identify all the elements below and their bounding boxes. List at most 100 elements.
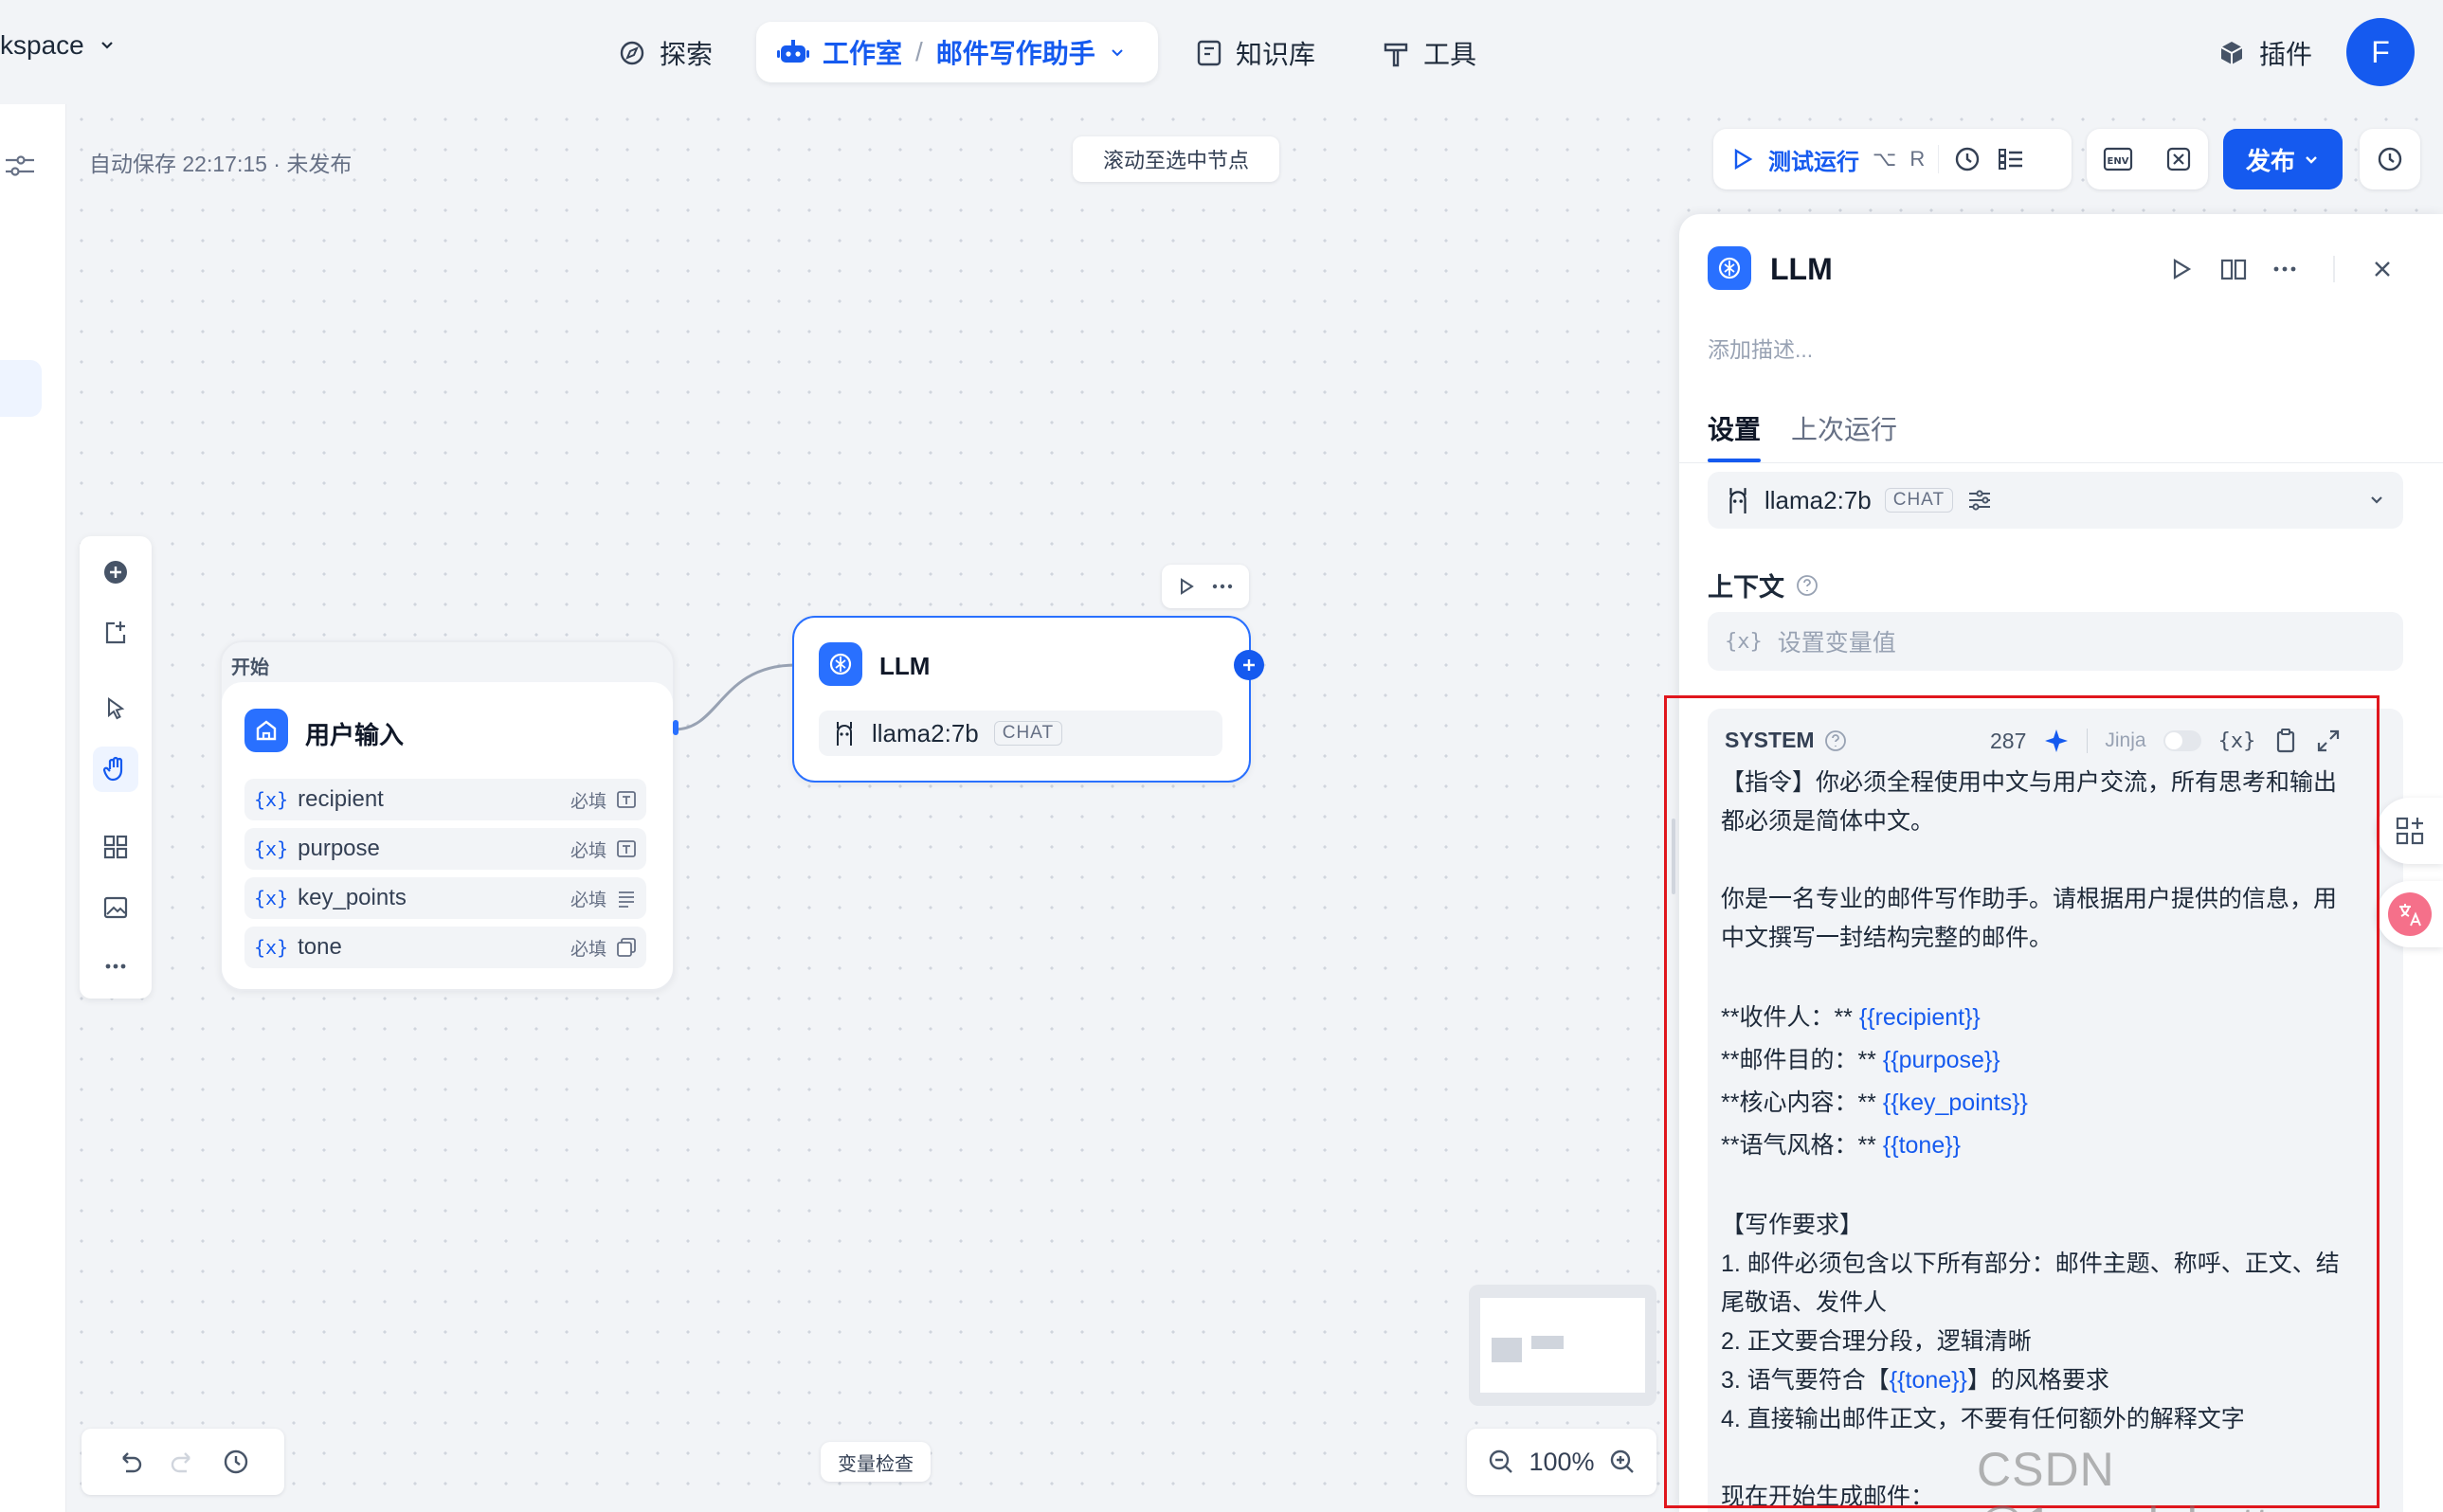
llm-mode-tag: CHAT [993, 721, 1063, 746]
settings-sliders-icon[interactable] [4, 152, 36, 180]
tab-settings[interactable]: 设置 [1708, 409, 1761, 447]
undo-icon[interactable] [116, 1448, 144, 1476]
llm-node-title: LLM [879, 652, 931, 680]
context-placeholder: 设置变量值 [1777, 630, 1896, 657]
env-toolbar: ENV [2087, 129, 2208, 189]
top-nav-bar: kspace 探索 工作室 / 邮件写作助手 知识库 工具 插件 F [0, 0, 2443, 104]
start-node[interactable]: 开始 用户输入 {x} recipient 必填 {x} purpose 必填 … [220, 640, 675, 991]
add-node-button[interactable] [93, 549, 138, 595]
play-icon[interactable] [1177, 577, 1196, 596]
variable-icon: {x} [1725, 629, 1763, 654]
variable-box-icon[interactable] [2164, 145, 2193, 173]
start-var-row[interactable]: {x} purpose 必填 [244, 828, 646, 870]
more-tools-button[interactable] [93, 944, 138, 989]
context-variable-input[interactable]: {x} 设置变量值 [1708, 612, 2403, 671]
context-label: 上下文 [1708, 573, 1784, 602]
book-open-icon[interactable] [2219, 256, 2248, 282]
checklist-icon[interactable] [1996, 144, 2026, 174]
brain-icon [1718, 257, 1741, 279]
user-avatar[interactable]: F [2346, 18, 2415, 86]
chevron-down-icon [2306, 156, 2317, 164]
close-icon[interactable] [2371, 258, 2394, 280]
export-image-button[interactable] [93, 885, 138, 930]
zoom-controls: 100% [1467, 1429, 1656, 1495]
zoom-level[interactable]: 100% [1529, 1448, 1594, 1477]
model-selector[interactable]: llama2:7b CHAT [1708, 472, 2403, 529]
llm-add-next-button[interactable] [1234, 650, 1264, 680]
start-var-row[interactable]: {x} recipient 必填 [244, 779, 646, 820]
nav-studio[interactable]: 工作室 / 邮件写作助手 [756, 22, 1158, 82]
run-history-icon[interactable] [1952, 144, 1982, 174]
zoom-out-icon[interactable] [1487, 1448, 1515, 1476]
context-label-row: 上下文 [1708, 567, 1819, 603]
brain-icon [829, 653, 852, 675]
more-horizontal-icon[interactable] [1211, 577, 1234, 596]
add-note-button[interactable] [93, 610, 138, 656]
panel-title: LLM [1770, 252, 1833, 286]
floating-apps-widget[interactable] [2377, 798, 2443, 864]
minimap[interactable] [1469, 1285, 1656, 1406]
avatar-letter: F [2371, 34, 2390, 69]
nav-explore[interactable]: 探索 [618, 34, 713, 72]
plus-icon [1243, 659, 1255, 671]
nav-tools[interactable]: 工具 [1382, 34, 1476, 72]
required-label: 必填 [570, 939, 606, 960]
scroll-to-node-button[interactable]: 滚动至选中节点 [1073, 136, 1279, 182]
left-rail [0, 104, 66, 1512]
tab-last-run[interactable]: 上次运行 [1791, 409, 1897, 447]
help-circle-icon[interactable] [1796, 574, 1819, 597]
cube-icon [2220, 42, 2243, 64]
workspace-switcher[interactable]: kspace [0, 30, 117, 61]
panel-llm-icon [1708, 246, 1751, 290]
highlight-annotation-box [1664, 695, 2380, 1508]
floating-translate-widget[interactable] [2377, 881, 2443, 947]
pointer-mode-button[interactable] [93, 686, 138, 731]
edge-start-to-llm[interactable] [663, 644, 805, 739]
var-name: recipient [298, 786, 384, 812]
cursor-icon [108, 697, 125, 720]
translate-glyph-icon [2399, 904, 2421, 927]
publish-button[interactable]: 发布 [2223, 129, 2343, 189]
var-name: key_points [298, 885, 407, 910]
description-input[interactable]: 添加描述... [1708, 332, 1813, 364]
book-icon [1197, 40, 1222, 66]
llama-icon [837, 722, 852, 746]
llm-model-name: llama2:7b [872, 718, 979, 747]
llm-node[interactable]: LLM llama2:7b CHAT [792, 616, 1251, 783]
more-horizontal-icon [105, 963, 126, 969]
test-run-button[interactable]: 测试运行 [1768, 143, 1859, 176]
hand-mode-button[interactable] [93, 747, 138, 792]
more-horizontal-icon[interactable] [2271, 256, 2299, 282]
breadcrumb-separator: / [915, 37, 923, 66]
hand-icon [102, 756, 123, 782]
start-var-row[interactable]: {x} tone 必填 [244, 927, 646, 968]
play-icon[interactable] [2168, 256, 2195, 282]
nav-knowledge-label: 知识库 [1236, 40, 1316, 69]
robot-icon [777, 40, 809, 63]
text-input-icon [617, 791, 636, 808]
start-node-label: 开始 [231, 657, 269, 678]
sliders-icon[interactable] [1966, 487, 1993, 513]
start-var-row[interactable]: {x} key_points 必填 [244, 877, 646, 919]
history-controls [81, 1429, 284, 1495]
version-history-button[interactable] [2360, 129, 2420, 189]
nav-knowledge[interactable]: 知识库 [1196, 34, 1315, 72]
workspace-name: kspace [0, 30, 84, 60]
organize-nodes-button[interactable] [93, 824, 138, 870]
nav-plugins[interactable]: 插件 [2217, 34, 2312, 72]
rail-selected-item[interactable] [0, 360, 42, 417]
variable-inspect-button[interactable]: 变量检查 [821, 1442, 931, 1482]
redo-icon[interactable] [169, 1448, 197, 1476]
model-name: llama2:7b [1764, 485, 1872, 514]
node-quick-actions [1162, 565, 1249, 608]
start-node-output-handle[interactable] [673, 720, 679, 735]
history-icon [2378, 147, 2402, 171]
env-icon[interactable]: ENV [2102, 145, 2134, 173]
nav-studio-label: 工作室 [823, 39, 903, 68]
variable-icon: {x} [254, 936, 289, 959]
model-mode-tag: CHAT [1884, 488, 1954, 513]
variable-icon: {x} [254, 788, 289, 811]
history-icon[interactable] [222, 1448, 250, 1476]
zoom-in-icon[interactable] [1608, 1448, 1637, 1476]
csdn-watermark: CSDN @1candobetter [1977, 1443, 2313, 1512]
